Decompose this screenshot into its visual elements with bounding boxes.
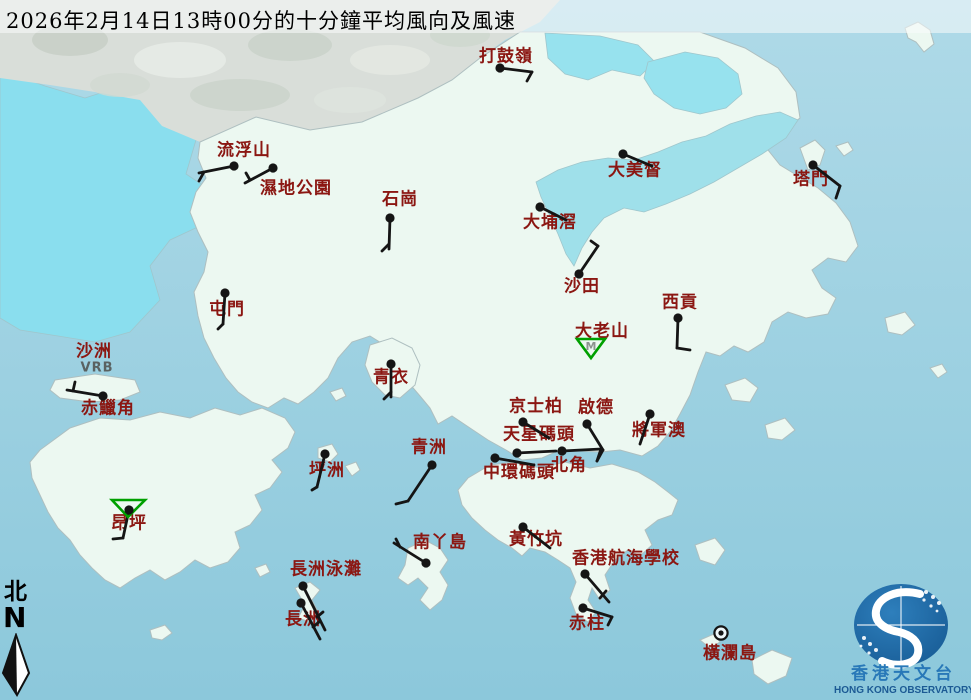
compass-north: 北 N xyxy=(0,580,40,700)
north-arrow-icon xyxy=(0,633,40,700)
hko-logo: 香港天文台 HONG KONG OBSERVATORY xyxy=(836,580,971,700)
hko-logo-name-cn: 香港天文台 xyxy=(836,666,971,683)
hong-kong-map xyxy=(0,0,971,700)
page-title: 2026年2月14日13時00分的十分鐘平均風向及風速 xyxy=(6,5,516,35)
hko-logo-name-en: HONG KONG OBSERVATORY xyxy=(834,686,971,696)
hko-logo-icon xyxy=(836,580,971,670)
compass-label-n: N xyxy=(3,604,26,632)
wind-map-screen: 打鼓嶺流浮山濕地公園石崗大美督塔門大埔滘沙田屯門沙洲VRB赤鱲角青衣大老山西貢京… xyxy=(0,0,971,700)
compass-label-cn: 北 xyxy=(4,580,27,603)
